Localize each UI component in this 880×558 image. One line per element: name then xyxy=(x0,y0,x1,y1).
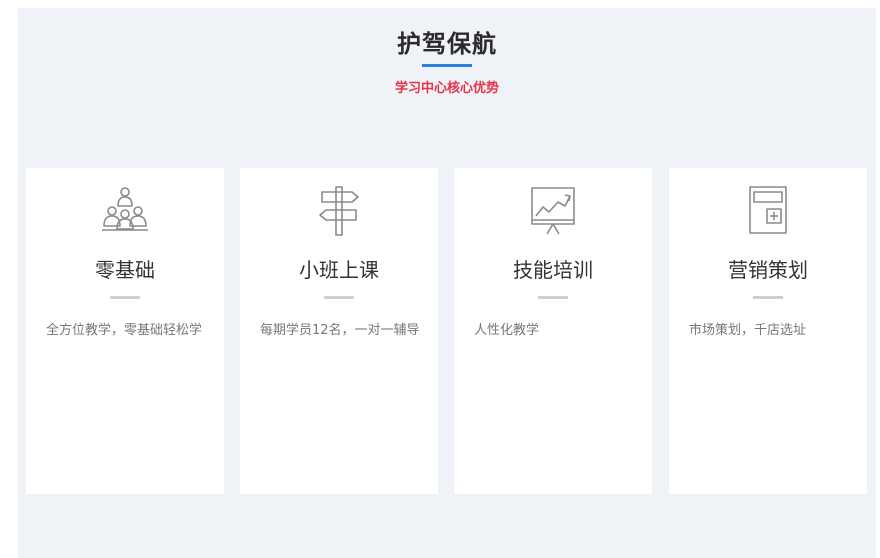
card-divider xyxy=(753,296,783,299)
card-title: 小班上课 xyxy=(299,258,379,282)
card-title: 营销策划 xyxy=(728,258,808,282)
feature-card-small-class[interactable]: 小班上课 每期学员12名，一对一辅导 xyxy=(240,168,438,494)
card-title: 技能培训 xyxy=(513,258,593,282)
advantages-section: 护驾保航 学习中心核心优势 零基础 全方位教学，零基础轻松学 小班上课 每期学员… xyxy=(18,8,876,558)
card-divider xyxy=(110,296,140,299)
card-description: 市场策划，千店选址 xyxy=(689,323,807,338)
signpost-icon xyxy=(314,184,364,238)
section-subtitle: 学习中心核心优势 xyxy=(394,81,499,96)
title-underline xyxy=(422,64,472,67)
card-title: 零基础 xyxy=(95,258,155,282)
calculator-icon xyxy=(743,184,793,238)
feature-card-skill-training[interactable]: 技能培训 人性化教学 xyxy=(454,168,652,494)
presentation-chart-icon xyxy=(528,184,578,238)
section-title: 护驾保航 xyxy=(397,30,497,58)
card-divider xyxy=(538,296,568,299)
card-description: 每期学员12名，一对一辅导 xyxy=(260,323,420,338)
feature-card-zero-basis[interactable]: 零基础 全方位教学，零基础轻松学 xyxy=(26,168,224,494)
feature-card-marketing[interactable]: 营销策划 市场策划，千店选址 xyxy=(669,168,867,494)
card-description: 全方位教学，零基础轻松学 xyxy=(46,323,203,338)
card-divider xyxy=(324,296,354,299)
people-group-icon xyxy=(100,184,150,238)
card-description: 人性化教学 xyxy=(474,323,540,338)
